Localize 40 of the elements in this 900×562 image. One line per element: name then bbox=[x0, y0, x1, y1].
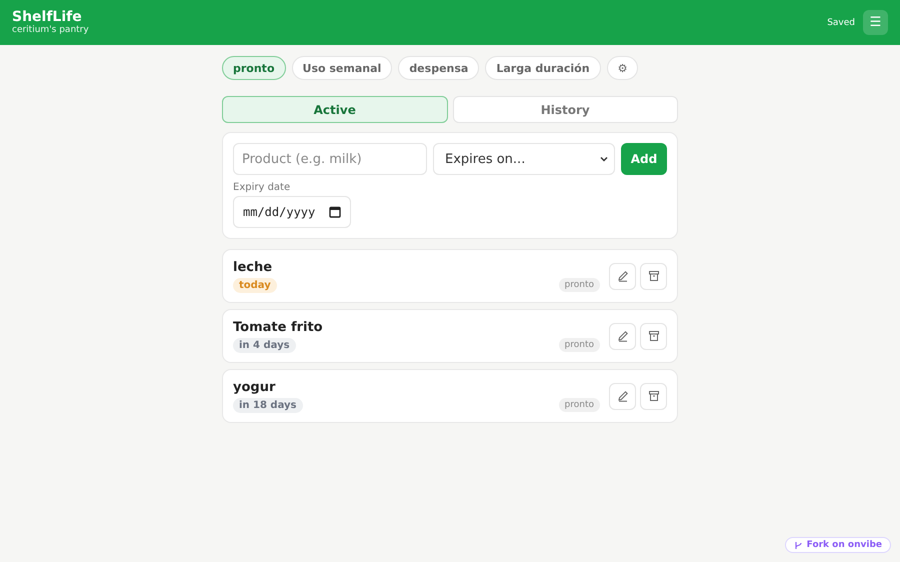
date-field[interactable]: mm/dd/yyyy bbox=[233, 196, 351, 228]
archive-button[interactable] bbox=[640, 382, 667, 410]
tab[interactable]: Active bbox=[222, 96, 448, 123]
item-name: leche bbox=[233, 260, 272, 274]
archive-icon bbox=[648, 270, 660, 282]
filter-chip[interactable]: Larga duración bbox=[485, 56, 601, 80]
save-status: Saved bbox=[827, 18, 855, 28]
edit-button[interactable] bbox=[609, 322, 636, 350]
chevron-down-icon bbox=[600, 156, 608, 162]
app-title: ShelfLife bbox=[12, 9, 83, 25]
category-tag: pronto bbox=[558, 278, 600, 292]
archive-icon bbox=[648, 390, 660, 402]
due-badge: in 4 days bbox=[233, 338, 296, 352]
edit-button[interactable] bbox=[609, 262, 636, 290]
filter-chip[interactable]: Uso semanal bbox=[292, 56, 392, 80]
calendar-icon bbox=[329, 206, 341, 218]
filter-chip[interactable]: ⚙ bbox=[606, 56, 638, 80]
archive-icon bbox=[648, 330, 660, 342]
filter-chip[interactable]: despensa bbox=[398, 56, 480, 80]
pencil-icon bbox=[616, 330, 628, 342]
pencil-icon bbox=[616, 390, 628, 402]
archive-button[interactable] bbox=[640, 322, 667, 350]
category-tag: pronto bbox=[558, 398, 600, 412]
add-button[interactable]: Add bbox=[621, 143, 667, 175]
tab[interactable]: History bbox=[452, 96, 678, 123]
expiry-date-label: Expiry date bbox=[233, 182, 290, 193]
filter-chip[interactable]: pronto bbox=[222, 56, 286, 80]
item-name: yogur bbox=[233, 380, 276, 394]
archive-button[interactable] bbox=[640, 262, 667, 290]
pencil-icon bbox=[616, 270, 628, 282]
expiry-select[interactable]: Expires on... bbox=[433, 143, 615, 175]
edit-button[interactable] bbox=[609, 382, 636, 410]
due-badge: in 18 days bbox=[233, 398, 302, 412]
category-tag: pronto bbox=[558, 338, 600, 352]
product-field[interactable]: Product (e.g. milk) bbox=[233, 143, 427, 175]
item-name: Tomate frito bbox=[233, 320, 323, 334]
branch-icon bbox=[794, 540, 803, 550]
app-subtitle: ceritium's pantry bbox=[12, 25, 89, 36]
fork-link[interactable]: Fork on onvibe bbox=[784, 537, 891, 553]
due-badge: today bbox=[233, 278, 277, 292]
